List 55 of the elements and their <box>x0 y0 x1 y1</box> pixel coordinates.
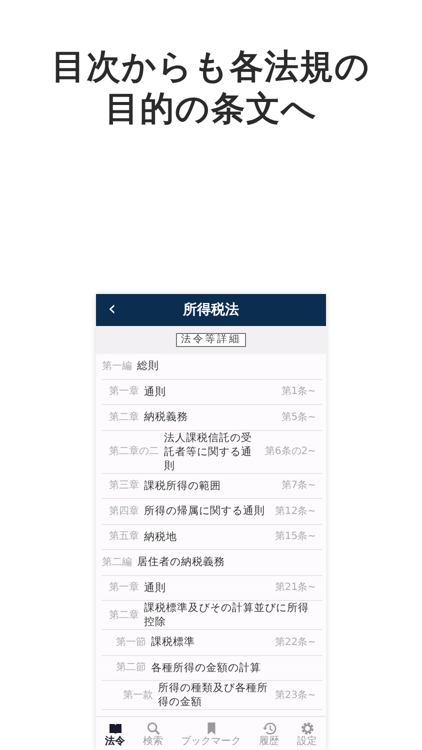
section-title: 通則 <box>144 580 167 595</box>
section-label: 第二章 <box>109 410 139 425</box>
toc-row[interactable]: 第二章 納税義務 第5条~ <box>102 405 322 430</box>
toc-row[interactable]: 第一章 通則 第21条~ <box>102 576 322 601</box>
article-range: 第1条~ <box>281 385 316 400</box>
section-label: 第一章 <box>109 580 139 596</box>
section-title: 所得の帰属に関する通則 <box>144 504 266 518</box>
section-title: 居住者の納税義務 <box>137 555 226 570</box>
settings-icon <box>300 720 314 736</box>
toc-row[interactable]: 第二章の二 法人課税信託の受託者等に関する通則 第6条の2~ <box>102 430 322 474</box>
section-title: 通則 <box>144 384 167 399</box>
detail-button[interactable]: 法令等詳細 <box>176 333 246 347</box>
section-label: 第二章の二 <box>109 444 159 459</box>
section-label: 第一節 <box>116 636 146 650</box>
section-title: 法人課税信託の受託者等に関する通則 <box>164 430 253 472</box>
section-title: 所得の種類及び各種所得の金額 <box>158 681 269 709</box>
article-range: 第6条の2~ <box>264 445 316 459</box>
toc-row[interactable]: 第四章 所得の帰属に関する通則 第12条~ <box>102 499 322 524</box>
section-label: 第四章 <box>109 504 139 519</box>
section-title: 納税地 <box>144 530 178 544</box>
article-range: 第15条~ <box>274 530 316 544</box>
section-title: 各種所得の金額の計算 <box>151 660 262 675</box>
section-label: 第三章 <box>109 478 139 494</box>
section-title: 総則 <box>137 359 160 374</box>
screen-title: 所得税法 <box>183 300 239 320</box>
section-label: 第一章 <box>109 384 139 400</box>
tab-item[interactable]: 法令 <box>103 720 127 746</box>
article-range: 第12条~ <box>274 504 316 519</box>
back-button[interactable]: ‹ <box>104 298 120 318</box>
search-icon <box>146 720 160 736</box>
section-label: 第一編 <box>102 360 132 374</box>
section-label: 第一款 <box>123 688 153 702</box>
article-range: 第21条~ <box>274 581 316 596</box>
section-label: 第二節 <box>116 661 146 676</box>
history-icon <box>262 720 276 736</box>
section-title: 納税義務 <box>144 410 189 424</box>
toc-row[interactable]: 第五章 納税地 第15条~ <box>102 524 322 550</box>
section-title: 課税所得の範囲 <box>144 478 222 493</box>
toc-row[interactable]: 第三章 課税所得の範囲 第7条~ <box>102 474 322 499</box>
section-title: 課税標準 <box>151 635 196 650</box>
article-range: 第22条~ <box>274 636 316 650</box>
article-range: 第23条~ <box>274 688 316 702</box>
headline-text: 目的の条文へ <box>104 88 318 130</box>
headline-text: 目次からも各法規の <box>52 46 370 88</box>
section-label: 第二編 <box>102 556 132 570</box>
toc-row[interactable]: 第二編 居住者の納税義務 <box>102 550 322 576</box>
toc-row[interactable]: 第一章 通則 第1条~ <box>102 380 322 405</box>
toc-row[interactable]: 第一節 課税標準 第22条~ <box>102 630 322 656</box>
toc-row[interactable]: 第一編 総則 <box>102 354 322 380</box>
section-title: 課税標準及びその計算並びに所得控除 <box>144 601 310 629</box>
toc-row[interactable]: 第二節 各種所得の金額の計算 <box>102 656 322 681</box>
article-range: 第5条~ <box>281 410 316 425</box>
section-label: 第二章 <box>109 608 139 622</box>
section-label: 第五章 <box>109 530 139 544</box>
article-range: 第7条~ <box>281 479 316 494</box>
